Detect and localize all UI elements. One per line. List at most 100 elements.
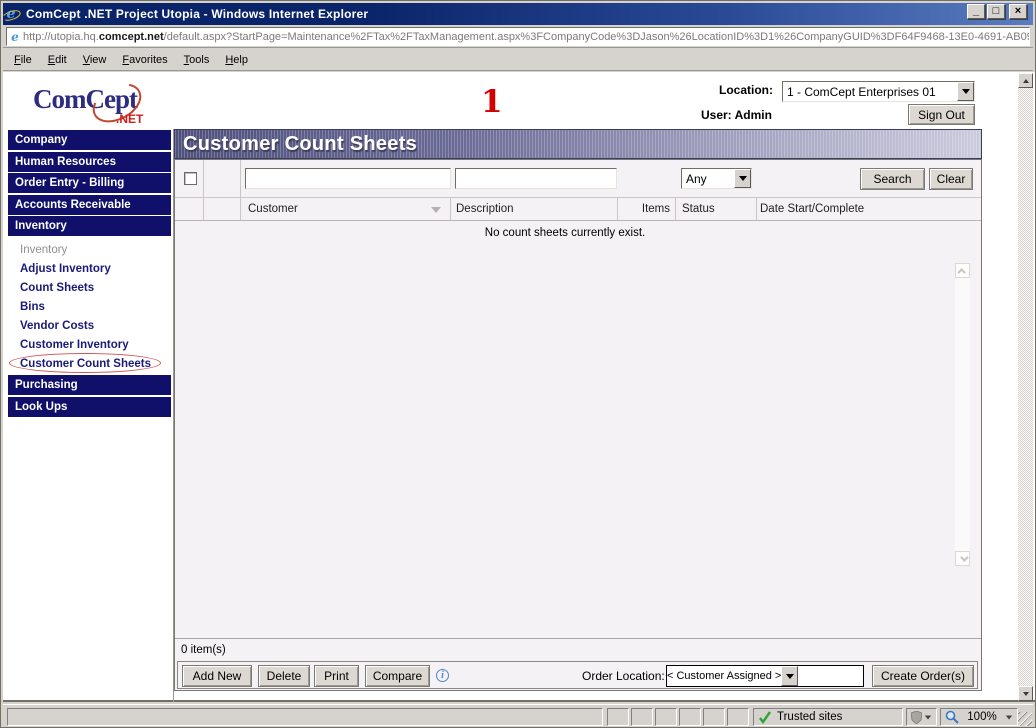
maximize-button[interactable]: □ — [987, 4, 1005, 19]
scroll-up-icon[interactable] — [1018, 73, 1033, 88]
clear-button[interactable]: Clear — [929, 168, 973, 190]
title-bar: e ComCept .NET Project Utopia - Windows … — [3, 3, 1033, 25]
location-select[interactable]: 1 - ComCept Enterprises 01 — [782, 81, 975, 102]
order-location-label: Order Location: — [582, 669, 665, 683]
zoom-level: 100% — [967, 711, 996, 723]
status-bar: Trusted sites 100% — [3, 704, 1033, 727]
column-divider — [203, 198, 204, 220]
menu-bar: File Edit View Favorites Tools Help — [3, 49, 1033, 71]
status-pane — [655, 708, 677, 726]
url-domain: comcept.net — [99, 31, 164, 43]
column-divider — [450, 198, 451, 220]
sidebar-item-order-entry-billing[interactable]: Order Entry - Billing — [8, 173, 171, 193]
sidebar-item-company[interactable]: Company — [8, 130, 171, 150]
bottom-toolbar: Add New Delete Print Compare i Order Loc… — [177, 661, 978, 689]
sidebar-item-human-resources[interactable]: Human Resources — [8, 152, 171, 172]
sidebar-item-inventory[interactable]: Inventory — [8, 216, 171, 236]
print-button[interactable]: Print — [314, 665, 359, 687]
sign-out-button[interactable]: Sign Out — [908, 104, 975, 125]
sidebar-item-accounts-receivable[interactable]: Accounts Receivable — [8, 195, 171, 215]
status-filter-arrow-icon[interactable] — [734, 169, 751, 188]
search-button[interactable]: Search — [860, 168, 925, 190]
menu-tools[interactable]: Tools — [176, 51, 218, 69]
ie-icon: e — [3, 6, 19, 22]
column-divider — [756, 198, 757, 220]
column-header-status[interactable]: Status — [682, 203, 715, 215]
sort-descending-icon[interactable] — [431, 207, 441, 213]
zoom-magnifier-icon — [945, 710, 959, 724]
location-label: Location: — [719, 83, 773, 97]
menu-file[interactable]: File — [6, 51, 40, 69]
column-header-description[interactable]: Description — [456, 203, 514, 215]
status-filter-value: Any — [682, 172, 734, 186]
zone-dropdown-icon[interactable] — [925, 715, 931, 719]
sidebar-subitem-bins[interactable]: Bins — [8, 298, 171, 317]
status-pane — [703, 708, 725, 726]
zoom-dropdown-icon[interactable] — [1006, 715, 1012, 719]
sidebar-subitem-count-sheets[interactable]: Count Sheets — [8, 279, 171, 298]
column-header-items[interactable]: Items — [617, 203, 670, 215]
description-filter-input[interactable] — [455, 168, 617, 189]
list-scrollbar[interactable] — [955, 263, 970, 566]
trusted-sites-label: Trusted sites — [777, 711, 842, 723]
delete-button[interactable]: Delete — [258, 665, 310, 687]
status-pane — [679, 708, 701, 726]
location-select-arrow-icon[interactable] — [957, 82, 974, 101]
location-select-value: 1 - ComCept Enterprises 01 — [783, 85, 957, 99]
resize-grip[interactable] — [1018, 712, 1032, 726]
logo-net-label: .NET — [116, 112, 143, 126]
address-input[interactable]: e http://utopia.hq.comcept.net/default.a… — [6, 27, 1030, 46]
protected-mode-pane[interactable] — [906, 708, 937, 726]
compare-button[interactable]: Compare — [365, 665, 430, 687]
menu-edit[interactable]: Edit — [40, 51, 75, 69]
browser-scrollbar[interactable] — [1018, 73, 1033, 701]
customer-filter-input[interactable] — [245, 168, 451, 189]
shield-icon — [911, 711, 922, 724]
list-scroll-up-icon[interactable] — [955, 263, 970, 278]
list-scroll-down-icon[interactable] — [955, 551, 970, 566]
create-orders-button[interactable]: Create Order(s) — [872, 665, 974, 687]
status-pane — [727, 708, 749, 726]
menu-favorites[interactable]: Favorites — [114, 51, 175, 69]
count-sheets-panel: Any Search Clear Customer Description It… — [174, 159, 982, 691]
status-pane — [607, 708, 629, 726]
page-viewport: ComCept .NET 1 Location: 1 - ComCept Ent… — [3, 72, 1035, 702]
user-label: User: Admin — [701, 108, 772, 122]
item-count-row: 0 item(s) — [175, 638, 981, 660]
add-new-button[interactable]: Add New — [182, 665, 252, 687]
page-icon: e — [7, 30, 23, 44]
close-button[interactable]: × — [1009, 4, 1027, 19]
red-annotation-1: 1 — [481, 84, 503, 120]
status-filter-select[interactable]: Any — [681, 168, 752, 189]
scroll-down-icon[interactable] — [1018, 686, 1033, 701]
column-divider — [240, 198, 241, 220]
sidebar-subitem-adjust-inventory[interactable]: Adjust Inventory — [8, 260, 171, 279]
zoom-pane[interactable]: 100% — [940, 708, 1018, 726]
page-title-banner: Customer Count Sheets — [174, 129, 982, 159]
order-location-arrow-icon[interactable] — [781, 666, 798, 686]
security-zone-pane[interactable]: Trusted sites — [753, 708, 903, 726]
sidebar-subitem-vendor-costs[interactable]: Vendor Costs — [8, 317, 171, 336]
column-header-date[interactable]: Date Start/Complete — [760, 203, 864, 215]
column-divider — [240, 160, 241, 197]
column-divider — [675, 198, 676, 220]
column-header-customer[interactable]: Customer — [248, 203, 298, 215]
filter-row: Any Search Clear — [175, 160, 981, 198]
minimize-button[interactable]: _ — [967, 4, 985, 19]
order-location-select[interactable]: < Customer Assigned > — [666, 665, 864, 687]
red-circle-annotation — [9, 353, 161, 373]
menu-help[interactable]: Help — [217, 51, 256, 69]
item-count: 0 item(s) — [181, 644, 226, 656]
status-message-pane — [7, 708, 603, 726]
select-all-checkbox[interactable] — [184, 172, 197, 185]
menu-view[interactable]: View — [75, 51, 115, 69]
url-prefix: http://utopia.hq. — [23, 31, 99, 43]
status-pane — [631, 708, 653, 726]
sidebar-item-purchasing[interactable]: Purchasing — [8, 375, 171, 395]
sidebar-item-look-ups[interactable]: Look Ups — [8, 397, 171, 417]
order-location-value: < Customer Assigned > — [667, 670, 781, 682]
column-divider — [203, 160, 204, 197]
table-header-row: Customer Description Items Status Date S… — [175, 198, 981, 221]
url-path: /default.aspx?StartPage=Maintenance%2FTa… — [164, 31, 1030, 43]
info-icon[interactable]: i — [436, 669, 449, 682]
